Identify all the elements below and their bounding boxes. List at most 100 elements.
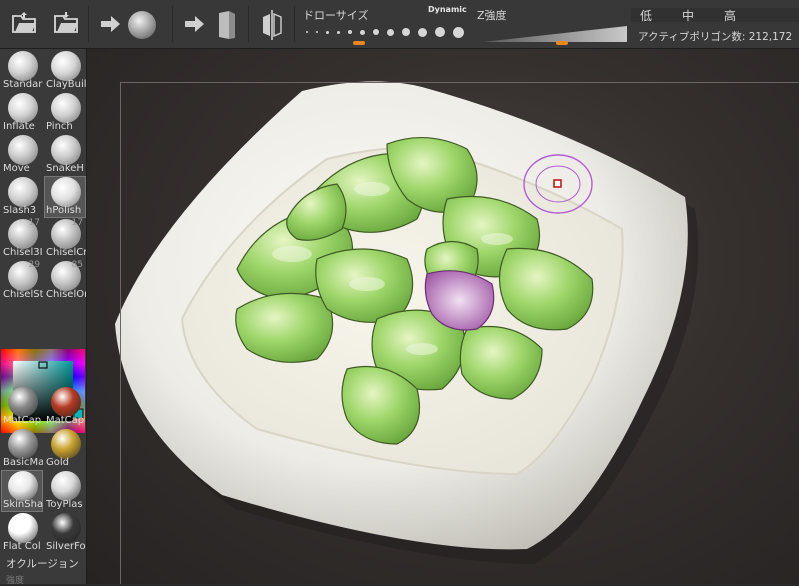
arrow-right-icon bbox=[182, 14, 206, 34]
top-toolbar: ドローサイズ Dynamic Z強度 低 中 高 アクティブポリゴン数: 212… bbox=[0, 0, 799, 49]
intensity-label: 強度 bbox=[6, 576, 25, 586]
resolution-bar bbox=[631, 8, 799, 22]
active-polygon-label: アクティブポリゴン数: bbox=[638, 31, 746, 43]
left-shelf: Standar ClayBuil Inflate Pinch Move SnakeH Sla… bbox=[0, 49, 87, 586]
material-sphere-icon bbox=[8, 387, 38, 417]
sculpt-model bbox=[115, 81, 699, 564]
brush-count: 85 bbox=[71, 260, 83, 270]
brush-inflate[interactable]: Inflate bbox=[2, 93, 42, 133]
slash3-brush-icon bbox=[8, 177, 38, 207]
brush-label: hPolish bbox=[46, 205, 82, 216]
material-matcap-0[interactable]: MatCap bbox=[2, 387, 42, 427]
material-sphere-icon bbox=[51, 387, 81, 417]
draw-size-dot[interactable] bbox=[337, 30, 340, 34]
canvas-frame-top bbox=[120, 82, 799, 83]
brush-chisel3i[interactable]: 17 Chisel3I bbox=[2, 218, 43, 259]
material-label: Gold bbox=[46, 457, 69, 468]
hpolish-brush-icon bbox=[51, 177, 81, 207]
snakehook-brush-icon bbox=[51, 135, 81, 165]
brush-hpolish[interactable]: hPolish bbox=[44, 176, 86, 218]
brush-label: Chisel3I bbox=[3, 247, 43, 258]
arrow-right-icon bbox=[98, 14, 122, 34]
active-polygon-count: アクティブポリゴン数: 212,172 bbox=[638, 29, 792, 44]
brush-count: 29 bbox=[28, 260, 40, 270]
resolution-high[interactable]: 高 bbox=[724, 7, 736, 24]
material-matcap-1[interactable]: MatCap bbox=[45, 387, 85, 427]
brush-label: ClayBuil bbox=[46, 79, 86, 90]
resolution-low[interactable]: 低 bbox=[640, 7, 652, 24]
material-gold-3[interactable]: Gold bbox=[45, 429, 85, 469]
brush-slash3[interactable]: Slash3 bbox=[2, 177, 42, 217]
draw-size-dot[interactable] bbox=[387, 28, 394, 36]
material-sphere-icon bbox=[8, 513, 38, 543]
draw-size-dot[interactable] bbox=[306, 31, 308, 33]
viewport-canvas[interactable] bbox=[87, 49, 799, 584]
brush-snakeh[interactable]: SnakeH bbox=[45, 135, 85, 175]
brush-label: Slash3 bbox=[3, 205, 37, 216]
brush-move[interactable]: Move bbox=[2, 135, 42, 175]
open-folder-icon[interactable] bbox=[10, 8, 38, 38]
draw-size-dot[interactable] bbox=[316, 31, 318, 33]
z-intensity-label: Z強度 bbox=[477, 9, 507, 22]
material-sphere-icon bbox=[8, 429, 38, 459]
move-brush-icon bbox=[8, 135, 38, 165]
material-silverfo-7[interactable]: SilverFo bbox=[45, 513, 86, 553]
brush-label: Move bbox=[3, 163, 30, 174]
sphere-icon[interactable] bbox=[126, 9, 158, 41]
material-label: ToyPlas bbox=[46, 499, 83, 510]
brush-label: Pinch bbox=[46, 121, 73, 132]
draw-size-dot[interactable] bbox=[373, 29, 379, 35]
brush-chiselst[interactable]: 29 ChiselSt bbox=[2, 260, 43, 301]
material-label: SkinSha bbox=[3, 499, 43, 510]
material-label: MatCap bbox=[46, 415, 85, 426]
draw-size-slider[interactable] bbox=[306, 24, 464, 40]
material-label: SilverFo bbox=[46, 541, 86, 552]
brush-chiselor[interactable]: 85 ChiselOr bbox=[45, 260, 86, 301]
material-basicma-2[interactable]: BasicMa bbox=[2, 429, 43, 469]
claybuildup-brush-icon bbox=[51, 51, 81, 81]
brush-label: ChiselOr bbox=[46, 289, 86, 300]
brush-claybuil[interactable]: ClayBuil bbox=[45, 51, 86, 91]
symmetry-icon[interactable] bbox=[258, 8, 286, 42]
brush-label: Inflate bbox=[3, 121, 35, 132]
material-sphere-icon bbox=[51, 513, 81, 543]
brush-pinch[interactable]: Pinch bbox=[45, 93, 85, 133]
material-sphere-icon bbox=[8, 471, 38, 501]
draw-size-dot[interactable] bbox=[402, 28, 410, 36]
draw-size-label: ドローサイズ bbox=[303, 9, 369, 22]
draw-size-dot[interactable] bbox=[326, 30, 329, 34]
pinch-brush-icon bbox=[51, 93, 81, 123]
material-label: BasicMa bbox=[3, 457, 43, 468]
material-skinsha-4[interactable]: SkinSha bbox=[1, 470, 43, 512]
brush-label: ChiselSt bbox=[3, 289, 43, 300]
material-label: MatCap bbox=[3, 415, 42, 426]
draw-size-dot[interactable] bbox=[348, 30, 352, 34]
draw-size-dot[interactable] bbox=[418, 27, 427, 37]
material-toyplas-5[interactable]: ToyPlas bbox=[45, 471, 85, 511]
brush-standar[interactable]: Standar bbox=[2, 51, 42, 91]
material-sphere-icon bbox=[51, 429, 81, 459]
standard-brush-icon bbox=[8, 51, 38, 81]
brush-label: SnakeH bbox=[46, 163, 84, 174]
canvas-frame-left bbox=[120, 82, 121, 584]
material-label: Flat Col bbox=[3, 541, 41, 552]
cube-icon[interactable] bbox=[214, 8, 238, 42]
draw-size-dot[interactable] bbox=[360, 29, 365, 35]
resolution-medium[interactable]: 中 bbox=[682, 7, 694, 24]
material-sphere-icon bbox=[51, 471, 81, 501]
draw-size-dot[interactable] bbox=[453, 26, 464, 38]
brush-count: 17 bbox=[71, 218, 83, 228]
brush-label: Standar bbox=[3, 79, 43, 90]
brush-label: ChiselCr bbox=[46, 247, 86, 258]
save-folder-icon[interactable] bbox=[52, 8, 80, 38]
z-intensity-indicator bbox=[556, 41, 569, 45]
active-polygon-value: 212,172 bbox=[748, 31, 793, 43]
occlusion-label: オクルージョン bbox=[6, 558, 79, 570]
z-intensity-slider[interactable] bbox=[483, 25, 627, 43]
material-flatcol-6[interactable]: Flat Col bbox=[2, 513, 42, 553]
draw-size-dot[interactable] bbox=[435, 27, 445, 37]
inflate-brush-icon bbox=[8, 93, 38, 123]
brush-chiselcr[interactable]: 17 ChiselCr bbox=[45, 218, 86, 259]
draw-size-indicator bbox=[353, 41, 366, 45]
dynamic-toggle[interactable]: Dynamic bbox=[428, 5, 467, 14]
